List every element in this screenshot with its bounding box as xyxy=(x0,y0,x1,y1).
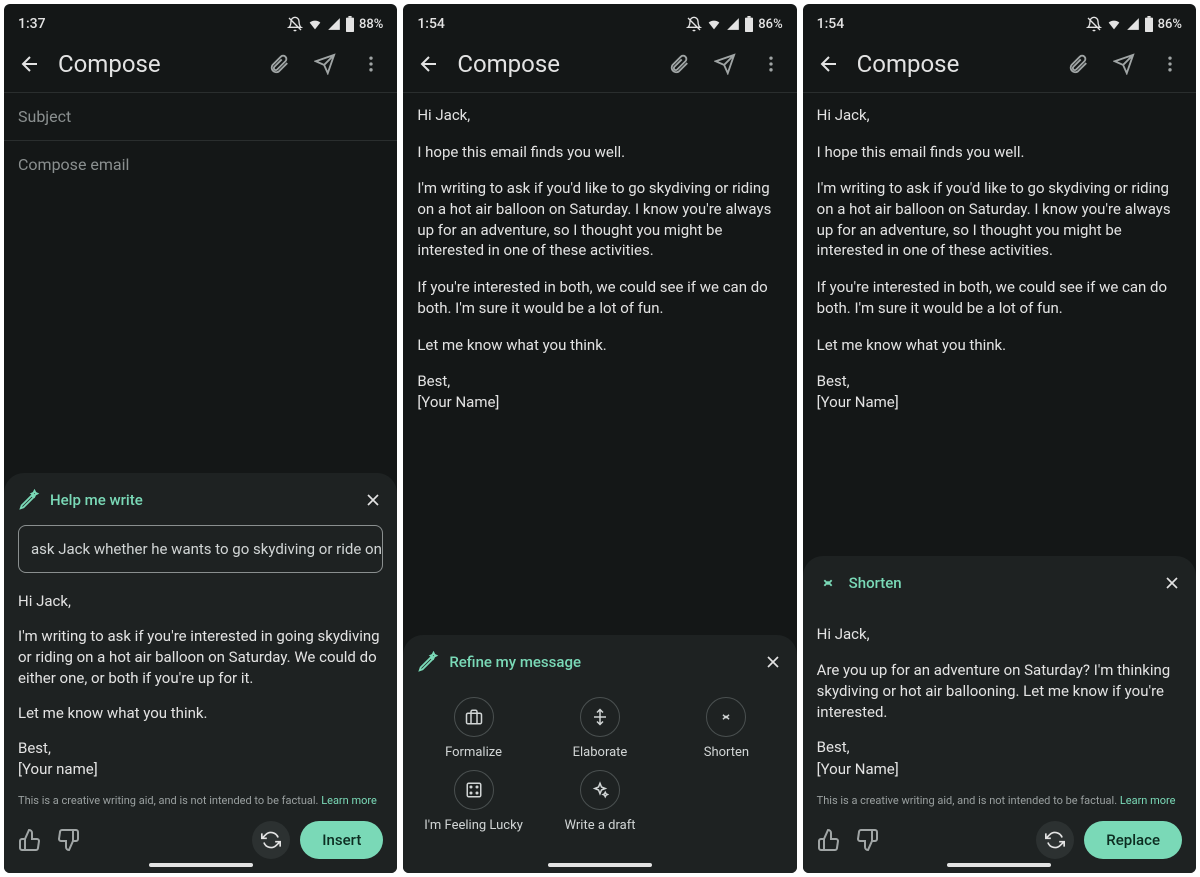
back-icon[interactable] xyxy=(415,50,443,78)
draft-option[interactable]: Write a draft xyxy=(544,770,656,833)
elaborate-option[interactable]: Elaborate xyxy=(544,697,656,760)
signal-icon xyxy=(1126,17,1140,31)
refine-title: Refine my message xyxy=(449,653,752,671)
shorten-panel: Shorten Hi Jack, Are you up for an adven… xyxy=(803,556,1196,873)
disclaimer-text: This is a creative writing aid, and is n… xyxy=(18,794,383,807)
status-time: 1:54 xyxy=(817,16,845,32)
briefcase-icon xyxy=(465,708,483,726)
dice-icon xyxy=(465,781,483,799)
email-body[interactable]: Hi Jack, I hope this email finds you wel… xyxy=(403,93,796,441)
battery-pct: 86% xyxy=(758,17,782,32)
refine-panel: Refine my message Formalize Elaborate Sh… xyxy=(403,635,796,873)
battery-icon xyxy=(345,16,355,32)
compose-toolbar: Compose xyxy=(4,40,397,92)
wifi-icon xyxy=(1106,16,1122,32)
home-indicator[interactable] xyxy=(548,863,652,867)
bell-off-icon xyxy=(686,16,702,32)
insert-button[interactable]: Insert xyxy=(300,821,383,859)
lucky-option[interactable]: I'm Feeling Lucky xyxy=(417,770,529,833)
more-icon[interactable] xyxy=(1156,50,1184,78)
battery-pct: 86% xyxy=(1158,17,1182,32)
collapse-icon xyxy=(817,572,839,594)
compose-title: Compose xyxy=(857,50,1050,78)
close-icon[interactable] xyxy=(363,490,383,510)
thumbs-down-icon[interactable] xyxy=(855,828,879,852)
back-icon[interactable] xyxy=(815,50,843,78)
bell-off-icon xyxy=(1086,16,1102,32)
close-icon[interactable] xyxy=(763,652,783,672)
disclaimer-text: This is a creative writing aid, and is n… xyxy=(817,794,1182,807)
pencil-sparkle-icon xyxy=(417,651,439,673)
hmw-preview: Hi Jack, I'm writing to ask if you're in… xyxy=(18,591,383,780)
back-icon[interactable] xyxy=(16,50,44,78)
more-icon[interactable] xyxy=(757,50,785,78)
attach-icon[interactable] xyxy=(265,50,293,78)
battery-pct: 88% xyxy=(359,17,383,32)
regenerate-button[interactable] xyxy=(252,821,290,859)
home-indicator[interactable] xyxy=(947,863,1051,867)
send-icon[interactable] xyxy=(311,50,339,78)
compose-title: Compose xyxy=(457,50,650,78)
status-bar: 1:54 86% xyxy=(403,4,796,40)
battery-icon xyxy=(1144,16,1154,32)
compose-title: Compose xyxy=(58,50,251,78)
pencil-sparkle-icon xyxy=(18,489,40,511)
attach-icon[interactable] xyxy=(1064,50,1092,78)
regenerate-button[interactable] xyxy=(1036,821,1074,859)
close-icon[interactable] xyxy=(1162,573,1182,593)
formalize-option[interactable]: Formalize xyxy=(417,697,529,760)
battery-icon xyxy=(744,16,754,32)
status-time: 1:54 xyxy=(417,16,445,32)
hmw-prompt-input[interactable]: ask Jack whether he wants to go skydivin… xyxy=(18,525,383,573)
subject-field[interactable]: Subject xyxy=(4,93,397,140)
email-body[interactable]: Hi Jack, I hope this email finds you wel… xyxy=(803,93,1196,441)
signal-icon xyxy=(327,17,341,31)
thumbs-up-icon[interactable] xyxy=(18,828,42,852)
learn-more-link[interactable]: Learn more xyxy=(1120,794,1176,807)
shorten-title: Shorten xyxy=(849,574,1152,592)
signal-icon xyxy=(726,17,740,31)
phone-screen-3: 1:54 86% Compose Hi Jack, I hope this em… xyxy=(803,4,1196,873)
hmw-title: Help me write xyxy=(50,491,353,509)
wifi-icon xyxy=(307,16,323,32)
thumbs-down-icon[interactable] xyxy=(56,828,80,852)
attach-icon[interactable] xyxy=(665,50,693,78)
status-time: 1:37 xyxy=(18,16,46,32)
learn-more-link[interactable]: Learn more xyxy=(321,794,377,807)
expand-icon xyxy=(591,708,609,726)
bell-off-icon xyxy=(287,16,303,32)
help-me-write-panel: Help me write ask Jack whether he wants … xyxy=(4,473,397,873)
shorten-option[interactable]: Shorten xyxy=(670,697,782,760)
thumbs-up-icon[interactable] xyxy=(817,828,841,852)
home-indicator[interactable] xyxy=(149,863,253,867)
wifi-icon xyxy=(706,16,722,32)
send-icon[interactable] xyxy=(1110,50,1138,78)
more-icon[interactable] xyxy=(357,50,385,78)
status-bar: 1:37 88% xyxy=(4,4,397,40)
status-bar: 1:54 86% xyxy=(803,4,1196,40)
phone-screen-1: 1:37 88% Compose xyxy=(4,4,397,873)
phone-screen-2: 1:54 86% Compose Hi Jack, I hope this em… xyxy=(403,4,796,873)
compose-toolbar: Compose xyxy=(803,40,1196,92)
replace-button[interactable]: Replace xyxy=(1084,821,1182,859)
body-field[interactable]: Compose email xyxy=(4,141,397,188)
send-icon[interactable] xyxy=(711,50,739,78)
shorten-preview: Hi Jack, Are you up for an adventure on … xyxy=(817,624,1182,780)
sparkle-icon xyxy=(591,781,609,799)
collapse-icon xyxy=(717,708,735,726)
compose-toolbar: Compose xyxy=(403,40,796,92)
